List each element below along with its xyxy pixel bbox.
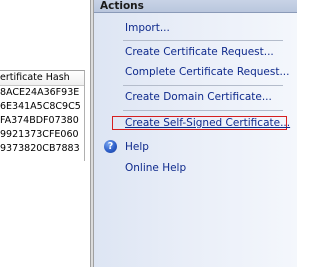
action-import[interactable]: Import... [125, 22, 170, 35]
action-create-domain-certificate-label: Create Domain Certificate... [125, 91, 272, 103]
content-pane: ertificate Hash 8ACE24A36F93E 6E341A5C8C… [0, 0, 90, 267]
actions-header: Actions [94, 0, 297, 13]
action-import-label: Import... [125, 22, 170, 34]
action-help-label: Help [125, 141, 149, 153]
action-create-certificate-request[interactable]: Create Certificate Request... [125, 46, 274, 59]
action-online-help[interactable]: Online Help [125, 162, 186, 175]
table-row[interactable]: FA374BDF07380 [0, 114, 84, 128]
action-complete-certificate-request-label: Complete Certificate Request... [125, 66, 290, 78]
table-row[interactable]: 6E341A5C8C9C5 [0, 100, 84, 114]
help-icon[interactable]: ? [104, 140, 117, 153]
actions-pane: Actions Import... Create Certificate Req… [94, 0, 297, 267]
column-header-certificate-hash[interactable]: ertificate Hash [0, 71, 84, 86]
certificates-table: ertificate Hash 8ACE24A36F93E 6E341A5C8C… [0, 70, 85, 161]
action-create-self-signed-certificate-label: Create Self-Signed Certificate... [125, 117, 291, 129]
action-complete-certificate-request[interactable]: Complete Certificate Request... [125, 66, 289, 79]
action-help[interactable]: Help [125, 141, 149, 154]
separator [123, 40, 283, 41]
separator [123, 110, 283, 111]
table-row[interactable]: 9921373CFE060 [0, 128, 84, 142]
action-create-certificate-request-label: Create Certificate Request... [125, 46, 274, 58]
action-online-help-label: Online Help [125, 162, 187, 174]
separator [123, 85, 283, 86]
action-create-domain-certificate[interactable]: Create Domain Certificate... [125, 91, 272, 104]
table-row[interactable]: 9373820CB7883 [0, 142, 84, 156]
table-row[interactable]: 8ACE24A36F93E [0, 86, 84, 100]
action-create-self-signed-certificate[interactable]: Create Self-Signed Certificate... [125, 117, 290, 130]
